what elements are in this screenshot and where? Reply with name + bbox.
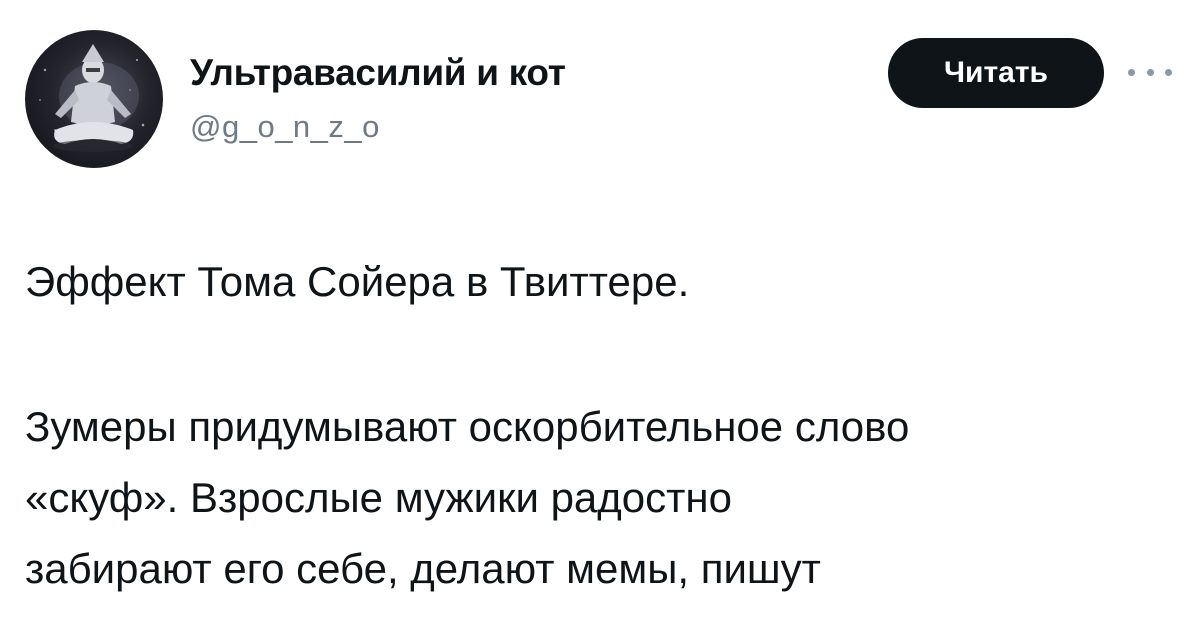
author-display-name[interactable]: Ультравасилий и кот <box>190 52 566 94</box>
tweet-text-line: Эффект Тома Сойера в Твиттере. <box>25 258 690 305</box>
tweet-text-line: забирают его себе, делают мемы, пишут <box>25 545 821 592</box>
more-dot <box>1165 68 1172 76</box>
tweet-card: Ультравасилий и кот @g_o_n_z_o Читать Эф… <box>0 0 1200 628</box>
follow-button[interactable]: Читать <box>888 38 1104 108</box>
author-handle[interactable]: @g_o_n_z_o <box>190 109 380 145</box>
tweet-text-line: Зумеры придумывают оскорбительное слово <box>25 403 910 450</box>
more-dot <box>1128 68 1135 76</box>
author-avatar[interactable] <box>25 30 163 168</box>
tweet-text-line: «скуф». Взрослые мужики радостно <box>25 474 732 521</box>
more-dot <box>1146 68 1154 76</box>
meditating-figure-icon <box>39 44 145 152</box>
more-options-icon[interactable] <box>1128 62 1172 82</box>
